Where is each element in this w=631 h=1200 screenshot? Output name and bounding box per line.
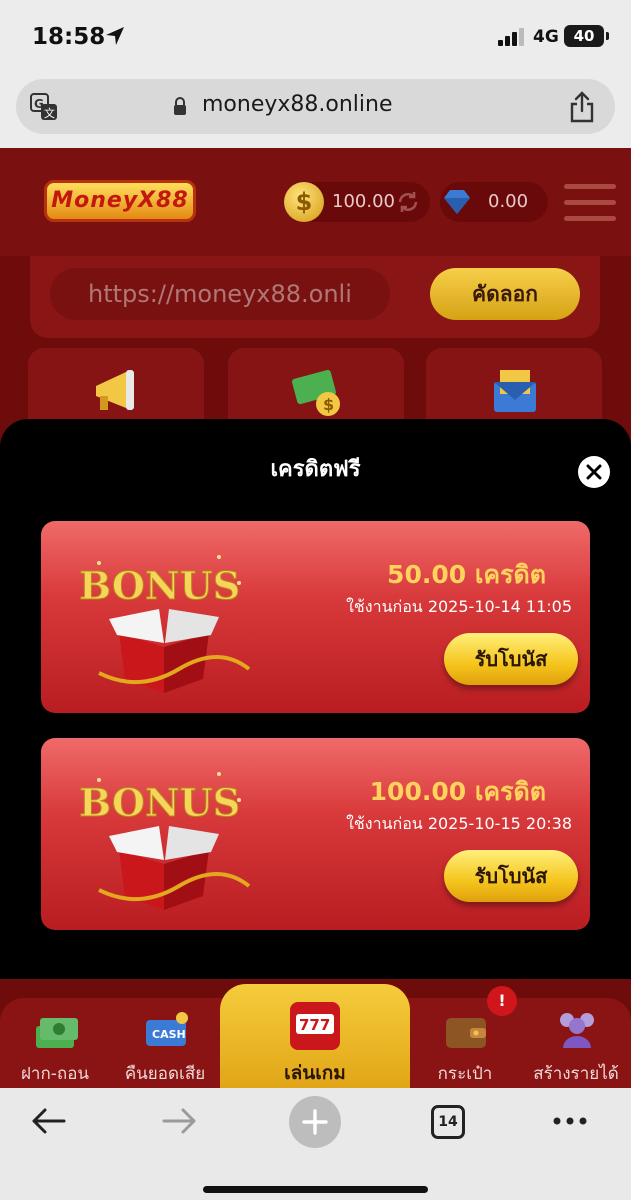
free-credit-modal: เครดิตฟรี BONUS 50.00 เครดิต ใช้งานก่อน … (0, 419, 631, 979)
gift-tile[interactable] (426, 348, 602, 428)
nav-label: สร้างรายได้ (533, 1064, 619, 1084)
browser-toolbar: 14 (0, 1088, 631, 1200)
nav-label: ฝาก-ถอน (20, 1064, 90, 1084)
close-icon (586, 464, 602, 480)
modal-title: เครดิตฟรี (270, 457, 361, 482)
bonus-amount: 50.00 เครดิต (387, 560, 546, 589)
nav-label: คืนยอดเสีย (124, 1064, 206, 1084)
more-icon[interactable] (552, 1108, 588, 1134)
money-tile[interactable]: $ (228, 348, 404, 428)
promotion-tile[interactable] (28, 348, 204, 428)
status-time: 18:58 (32, 24, 106, 50)
bonus-gift-box-icon: BONUS (79, 555, 251, 693)
close-button[interactable] (578, 456, 610, 488)
tabs-button[interactable]: 14 (431, 1105, 465, 1139)
site-logo[interactable]: MoneyX88 (44, 180, 196, 222)
new-tab-button[interactable] (289, 1096, 341, 1148)
url-text[interactable]: moneyx88.online (202, 92, 393, 117)
megaphone-icon (96, 370, 134, 410)
money-stack-icon (36, 1018, 78, 1048)
plus-icon (302, 1109, 328, 1135)
claim-bonus-button[interactable]: รับโบนัส (444, 633, 578, 685)
slot-machine-icon: 777 (290, 1002, 340, 1050)
svg-text:$: $ (323, 395, 334, 414)
gem-icon (444, 190, 470, 214)
svg-text:777: 777 (299, 1016, 330, 1034)
battery-tip (606, 32, 609, 40)
hamburger-menu-icon[interactable] (564, 184, 616, 222)
address-bar[interactable]: G 文 moneyx88.online (16, 79, 615, 134)
bonus-card: BONUS 100.00 เครดิต ใช้งานก่อน 2025-10-1… (41, 738, 590, 930)
money-icon: $ (291, 369, 340, 416)
lock-icon (174, 97, 186, 115)
battery-icon: 40 (564, 25, 604, 47)
bonus-gift-box-icon: BONUS (79, 772, 251, 910)
referral-box: https://moneyx88.onli คัดลอก (30, 256, 600, 338)
credit-balance: $ 100.00 (284, 182, 430, 222)
nav-deposit-withdraw[interactable]: ฝาก-ถอน (0, 998, 110, 1088)
nav-label: เล่นเกม (284, 1062, 346, 1084)
site-header: MoneyX88 $ 100.00 0.00 (0, 148, 631, 256)
nav-cashback[interactable]: CASH คืนยอดเสีย (110, 998, 220, 1088)
svg-text:CASH: CASH (152, 1028, 186, 1041)
coin-icon: $ (284, 182, 324, 222)
bonus-card: BONUS 50.00 เครดิต ใช้งานก่อน 2025-10-14… (41, 521, 590, 713)
copy-button[interactable]: คัดลอก (430, 268, 580, 320)
points-value: 0.00 (488, 191, 529, 212)
forward-arrow-icon[interactable] (162, 1106, 198, 1136)
svg-text:文: 文 (44, 106, 55, 120)
notification-badge: ! (487, 986, 517, 1016)
bonus-expiry: ใช้งานก่อน 2025-10-15 20:38 (346, 814, 572, 833)
wallet-icon (446, 1018, 486, 1048)
share-icon[interactable] (568, 91, 596, 123)
referral-people-icon (560, 1013, 594, 1048)
bonus-amount: 100.00 เครดิต (369, 777, 546, 806)
back-arrow-icon[interactable] (30, 1106, 66, 1136)
svg-text:BONUS: BONUS (79, 563, 240, 608)
nav-play-game[interactable]: 777 เล่นเกม (220, 984, 410, 1088)
balance-value: 100.00 (332, 191, 395, 212)
bonus-expiry: ใช้งานก่อน 2025-10-14 11:05 (346, 597, 572, 616)
envelope-gift-icon (494, 370, 536, 412)
referral-link-field[interactable]: https://moneyx88.onli (50, 268, 390, 320)
refresh-icon[interactable] (396, 190, 420, 214)
claim-bonus-button[interactable]: รับโบนัส (444, 850, 578, 902)
status-bar: 18:58 4G 40 (0, 0, 631, 72)
nav-earn-income[interactable]: สร้างรายได้ (521, 998, 631, 1088)
points-balance: 0.00 (440, 182, 548, 222)
svg-text:BONUS: BONUS (79, 780, 240, 825)
bottom-nav: ฝาก-ถอน CASH คืนยอดเสีย 777 เล่นเกม กระเ… (0, 984, 631, 1088)
translate-icon[interactable]: G 文 (30, 93, 58, 121)
nav-label: กระเป๋า (437, 1064, 493, 1084)
network-type: 4G (533, 27, 559, 47)
home-indicator (203, 1186, 428, 1193)
location-arrow-icon (106, 27, 124, 45)
cashback-icon: CASH (146, 1012, 188, 1046)
signal-icon (498, 28, 524, 46)
